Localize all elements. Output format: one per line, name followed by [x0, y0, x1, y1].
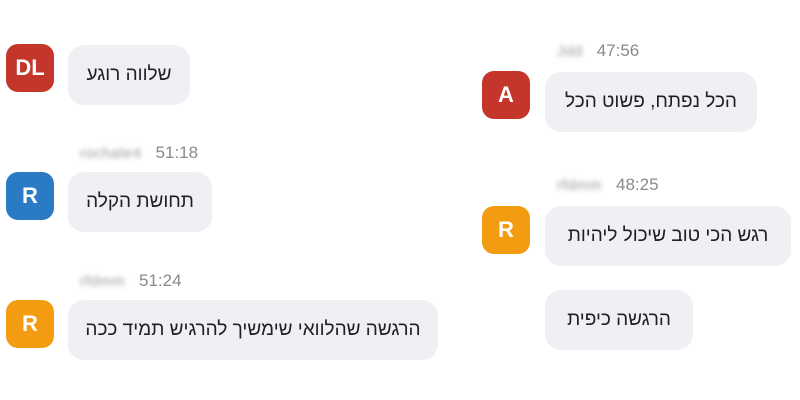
avatar-dl: DL: [6, 44, 54, 92]
message-text: הכל נפתח, פשוט הכל: [565, 91, 737, 112]
message-bubble: שלווה רוגע: [68, 45, 190, 105]
avatar-initials: R: [22, 311, 38, 336]
message-bubble: תחושת הקלה: [68, 172, 212, 232]
timestamp: 47:56: [596, 41, 640, 60]
message-bubble: הרגשה שהלוואי שימשיך להרגיש תמיד ככה: [68, 300, 438, 360]
message-meta: Jdd 47:56: [557, 40, 639, 62]
avatar-initials: A: [498, 82, 514, 107]
avatar-initials: DL: [15, 55, 45, 80]
message-meta: rfdmm 51:24: [80, 270, 182, 292]
avatar-initials: R: [498, 217, 514, 242]
avatar-initials: R: [22, 183, 38, 208]
avatar-r: R: [6, 172, 54, 220]
timestamp: 48:25: [616, 175, 659, 194]
message-bubble: הכל נפתח, פשוט הכל: [545, 72, 757, 132]
message-text: הרגשה כיפית: [567, 309, 671, 330]
message-text: תחושת הקלה: [86, 191, 194, 212]
timestamp: 51:18: [155, 143, 199, 162]
message-text: הרגשה שהלוואי שימשיך להרגיש תמיד ככה: [85, 319, 421, 340]
avatar-r: R: [6, 300, 54, 348]
username: rfdmm: [557, 176, 602, 194]
message-bubble: רגש הכי טוב שיכול ליהיות: [545, 206, 791, 266]
message-bubble: הרגשה כיפית: [545, 290, 693, 350]
message-text: רגש הכי טוב שיכול ליהיות: [567, 225, 769, 246]
message-text: שלווה רוגע: [86, 64, 172, 85]
avatar-r: R: [482, 206, 530, 254]
username: Jdd: [557, 42, 583, 60]
message-meta: rfdmm 48:25: [557, 174, 659, 196]
message-meta: rochale4 51:18: [80, 142, 198, 164]
username: rfdmm: [80, 272, 125, 290]
username: rochale4: [80, 144, 142, 162]
avatar-a: A: [482, 71, 530, 119]
timestamp: 51:24: [139, 271, 182, 290]
